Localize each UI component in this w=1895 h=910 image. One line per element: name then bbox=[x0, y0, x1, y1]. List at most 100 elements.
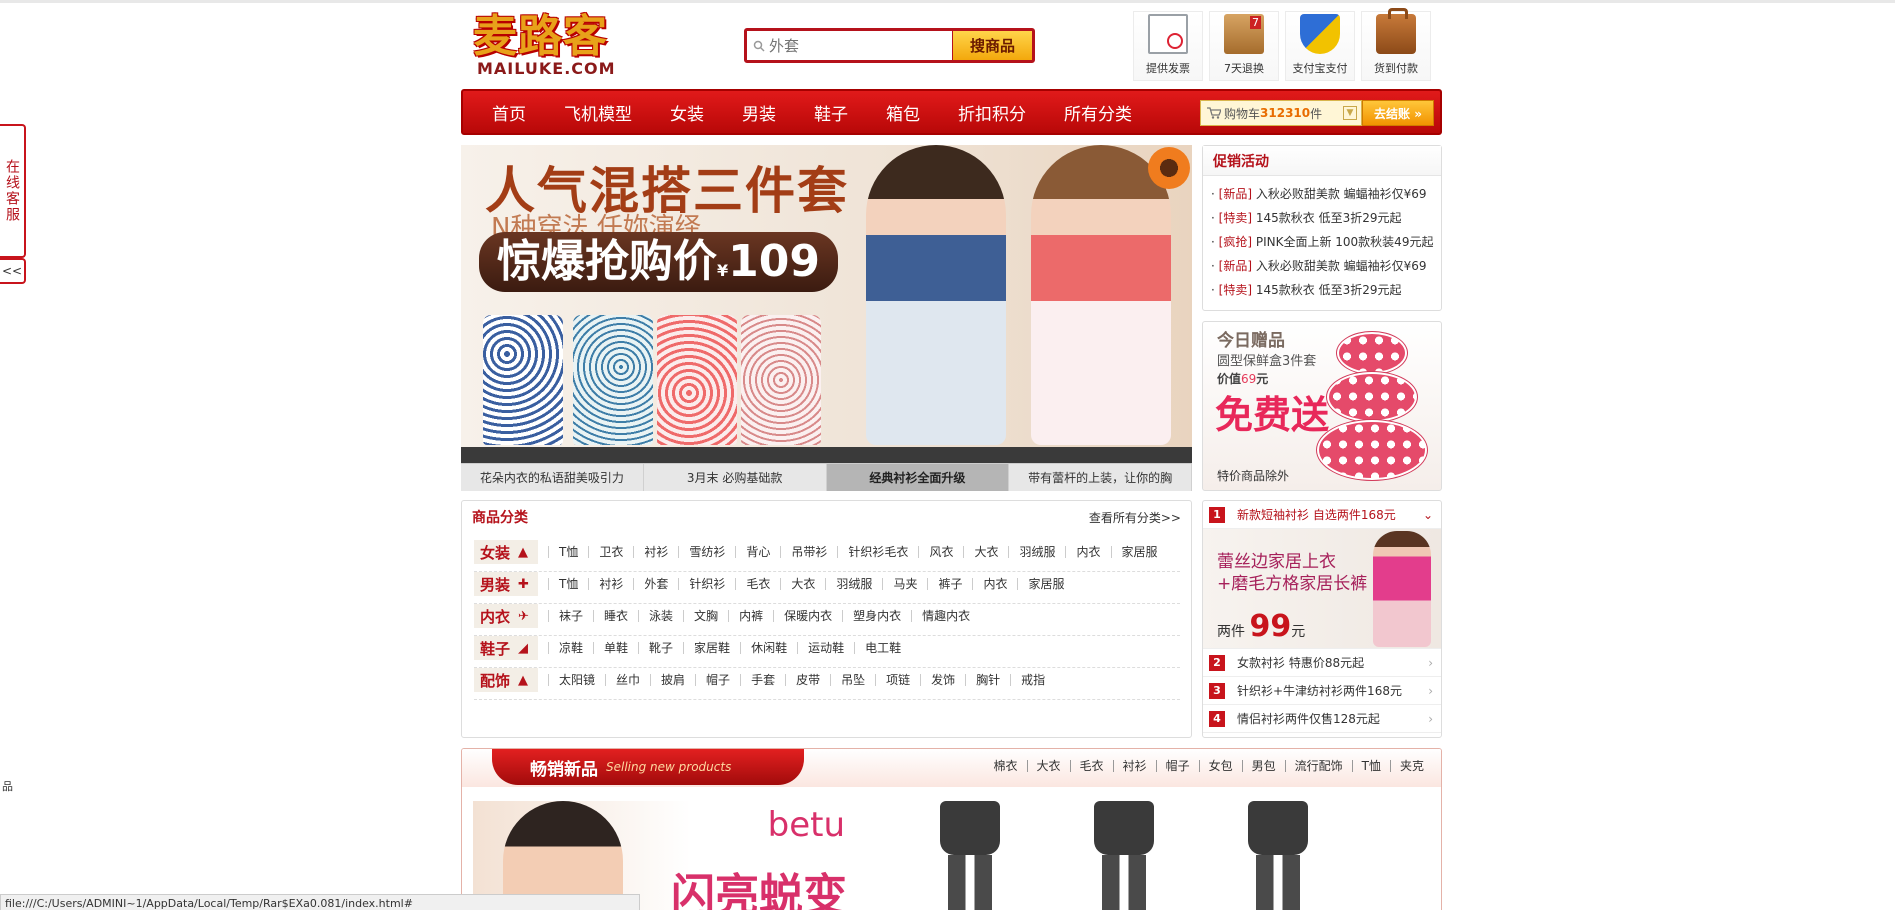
category-link[interactable]: 泳装 bbox=[638, 610, 683, 622]
rank-item-4[interactable]: 4 情侣衬衫两件仅售128元起 › bbox=[1203, 705, 1441, 733]
category-link[interactable]: 针织衫 bbox=[678, 578, 735, 590]
promo-item[interactable]: · [新品] 入秋必败甜美款 蝙蝠袖衫仅¥69 bbox=[1211, 254, 1441, 278]
category-link[interactable]: 皮带 bbox=[785, 674, 830, 686]
chevron-down-icon[interactable]: ▼ bbox=[1343, 106, 1357, 120]
category-link[interactable]: 披肩 bbox=[650, 674, 695, 686]
banner-tab[interactable]: 3月末 必购基础款 bbox=[644, 464, 827, 491]
category-link[interactable]: 毛衣 bbox=[735, 578, 780, 590]
online-service-tab[interactable]: 在线客服 bbox=[0, 124, 26, 258]
category-key[interactable]: 配饰 ▲ bbox=[474, 668, 538, 692]
banner-tab[interactable]: 带有蕾杆的上装，让你的胸 bbox=[1009, 464, 1192, 491]
category-link[interactable]: T恤 bbox=[548, 578, 588, 590]
product-image[interactable] bbox=[1084, 801, 1164, 910]
category-link[interactable]: 靴子 bbox=[638, 642, 683, 654]
rank-item-3[interactable]: 3 针织衫+牛津纺衬衫两件168元 › bbox=[1203, 677, 1441, 705]
category-link[interactable]: 裤子 bbox=[927, 578, 972, 590]
category-link[interactable]: 帽子 bbox=[695, 674, 740, 686]
category-link[interactable]: 吊带衫 bbox=[780, 546, 837, 558]
product-image[interactable] bbox=[1238, 801, 1318, 910]
category-link[interactable]: 手套 bbox=[740, 674, 785, 686]
category-link[interactable]: 太阳镜 bbox=[548, 674, 605, 686]
category-link[interactable]: 针织衫毛衣 bbox=[837, 546, 918, 558]
promo-item[interactable]: · [特卖] 145款秋衣 低至3折29元起 bbox=[1211, 206, 1441, 230]
category-link[interactable]: 休闲鞋 bbox=[740, 642, 797, 654]
category-link[interactable]: 家居鞋 bbox=[683, 642, 740, 654]
best-sellers-tag[interactable]: 大衣 bbox=[1026, 760, 1070, 772]
category-link[interactable]: 睡衣 bbox=[593, 610, 638, 622]
category-link[interactable]: 雪纺衫 bbox=[678, 546, 735, 558]
nav-item-aircraft-models[interactable]: 飞机模型 bbox=[545, 100, 651, 125]
category-link[interactable]: 胸针 bbox=[965, 674, 1010, 686]
service-return[interactable]: 7天退换 bbox=[1209, 11, 1279, 81]
category-link[interactable]: 背心 bbox=[735, 546, 780, 558]
category-link[interactable]: 羽绒服 bbox=[825, 578, 882, 590]
category-link[interactable]: 情趣内衣 bbox=[911, 610, 980, 622]
best-sellers-tag[interactable]: 女包 bbox=[1198, 760, 1242, 772]
category-link[interactable]: 电工鞋 bbox=[854, 642, 911, 654]
category-link[interactable]: 马夹 bbox=[882, 578, 927, 590]
view-all-categories-link[interactable]: 查看所有分类>> bbox=[1089, 509, 1181, 526]
search-input[interactable] bbox=[769, 36, 949, 55]
category-link[interactable]: 大衣 bbox=[780, 578, 825, 590]
category-link[interactable]: 风衣 bbox=[918, 546, 963, 558]
category-link[interactable]: 内衣 bbox=[972, 578, 1017, 590]
nav-item-all-categories[interactable]: 所有分类 bbox=[1045, 100, 1151, 125]
best-sellers-tag[interactable]: 衬衫 bbox=[1112, 760, 1156, 772]
category-link[interactable]: T恤 bbox=[548, 546, 588, 558]
best-sellers-tag[interactable]: 棉衣 bbox=[985, 760, 1027, 772]
promo-item[interactable]: · [新品] 入秋必败甜美款 蝙蝠袖衫仅¥69 bbox=[1211, 182, 1441, 206]
rank-feature[interactable]: 蕾丝边家居上衣 +磨毛方格家居长裤 两件 99元 bbox=[1203, 529, 1441, 649]
banner-tab-active[interactable]: 经典衬衫全面升级 bbox=[826, 464, 1010, 491]
category-link[interactable]: 羽绒服 bbox=[1008, 546, 1065, 558]
checkout-button[interactable]: 去结账 » bbox=[1362, 100, 1434, 126]
promo-item[interactable]: · [特卖] 145款秋衣 低至3折29元起 bbox=[1211, 278, 1441, 302]
banner-tab[interactable]: 花朵内衣的私语甜美吸引力 bbox=[461, 464, 644, 491]
best-sellers-tag[interactable]: 男包 bbox=[1241, 760, 1285, 772]
category-link[interactable]: 运动鞋 bbox=[797, 642, 854, 654]
category-link[interactable]: 外套 bbox=[633, 578, 678, 590]
hero-banner[interactable]: 人气混搭三件套 N种穿法 任妳演绎 惊爆抢购价¥109 花朵内衣的私语甜美吸引力… bbox=[461, 145, 1192, 491]
search-button[interactable]: 搜商品 bbox=[952, 31, 1032, 60]
category-key[interactable]: 鞋子 ◢ bbox=[474, 636, 538, 660]
category-key[interactable]: 女装 ▲ bbox=[474, 540, 538, 564]
cart-summary[interactable]: 购物车 312310 件 ▼ bbox=[1200, 100, 1362, 126]
nav-item-shoes[interactable]: 鞋子 bbox=[795, 100, 867, 125]
category-link[interactable]: 衬衫 bbox=[588, 578, 633, 590]
best-sellers-tag[interactable]: T恤 bbox=[1351, 760, 1390, 772]
product-image[interactable] bbox=[930, 801, 1010, 910]
nav-item-women[interactable]: 女装 bbox=[651, 100, 723, 125]
best-sellers-tag[interactable]: 毛衣 bbox=[1069, 760, 1113, 772]
rank-item-1[interactable]: 1 新款短袖衬衫 自选两件168元 ⌄ bbox=[1203, 501, 1441, 529]
promo-item[interactable]: · [疯抢] PINK全面上新 100款秋装49元起 bbox=[1211, 230, 1441, 254]
category-link[interactable]: 袜子 bbox=[548, 610, 593, 622]
collapse-button[interactable]: << bbox=[0, 258, 26, 284]
category-key[interactable]: 内衣 ✈ bbox=[474, 604, 538, 628]
rank-item-2[interactable]: 2 女款衬衫 特惠价88元起 › bbox=[1203, 649, 1441, 677]
category-link[interactable]: 保暖内衣 bbox=[773, 610, 842, 622]
category-key[interactable]: 男装 ✚ bbox=[474, 572, 538, 596]
category-link[interactable]: 凉鞋 bbox=[548, 642, 593, 654]
category-link[interactable]: 内衣 bbox=[1065, 546, 1110, 558]
category-link[interactable]: 单鞋 bbox=[593, 642, 638, 654]
service-cod[interactable]: 货到付款 bbox=[1361, 8, 1431, 81]
category-link[interactable]: 戒指 bbox=[1010, 674, 1055, 686]
category-link[interactable]: 项链 bbox=[875, 674, 920, 686]
category-link[interactable]: 吊坠 bbox=[830, 674, 875, 686]
best-sellers-tag[interactable]: 流行配饰 bbox=[1284, 760, 1352, 772]
category-link[interactable]: 衬衫 bbox=[633, 546, 678, 558]
category-link[interactable]: 文胸 bbox=[683, 610, 728, 622]
daily-gift-panel[interactable]: 今日赠品 圆型保鲜盒3件套 价值69元 免费送 特价商品除外 bbox=[1202, 321, 1442, 491]
best-sellers-tag[interactable]: 帽子 bbox=[1155, 760, 1199, 772]
category-link[interactable]: 内裤 bbox=[728, 610, 773, 622]
best-sellers-tag[interactable]: 夹克 bbox=[1389, 760, 1433, 772]
nav-item-discount-points[interactable]: 折扣积分 bbox=[939, 100, 1045, 125]
nav-item-men[interactable]: 男装 bbox=[723, 100, 795, 125]
category-link[interactable]: 卫衣 bbox=[588, 546, 633, 558]
nav-item-home[interactable]: 首页 bbox=[463, 100, 545, 125]
category-link[interactable]: 大衣 bbox=[963, 546, 1008, 558]
service-alipay[interactable]: 支付宝支付 bbox=[1285, 11, 1355, 81]
site-logo[interactable]: 麦路客 MAILUKE.COM bbox=[473, 11, 625, 83]
category-link[interactable]: 家居服 bbox=[1110, 546, 1168, 558]
category-link[interactable]: 家居服 bbox=[1017, 578, 1074, 590]
nav-item-bags[interactable]: 箱包 bbox=[867, 100, 939, 125]
